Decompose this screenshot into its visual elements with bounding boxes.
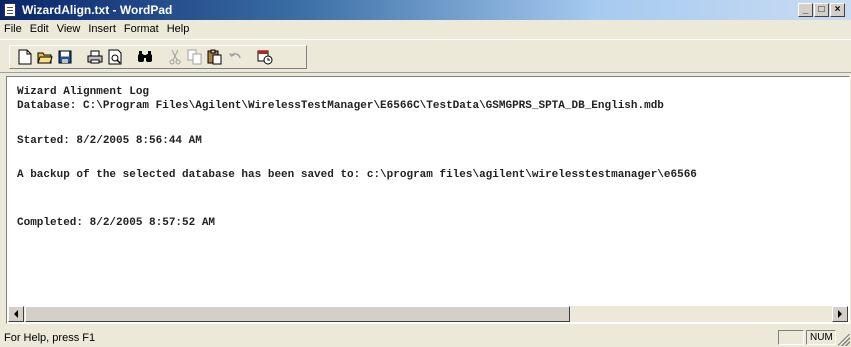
menu-format[interactable]: Format xyxy=(120,21,163,37)
date-time-icon xyxy=(257,50,273,65)
toolbar-separator xyxy=(76,48,84,66)
scrollbar-thumb[interactable] xyxy=(25,306,570,322)
binoculars-icon xyxy=(138,51,152,62)
scroll-right-button[interactable] xyxy=(832,306,848,322)
print-preview-button[interactable] xyxy=(106,48,124,66)
document-text[interactable]: Wizard Alignment Log Database: C:\Progra… xyxy=(10,80,849,305)
doc-line: A backup of the selected database has be… xyxy=(17,169,697,181)
printer-icon xyxy=(87,50,103,64)
find-button[interactable] xyxy=(136,48,154,66)
toolbar-separator xyxy=(246,48,254,66)
copy-icon xyxy=(187,49,202,65)
title-bar[interactable]: WizardAlign.txt - WordPad _ □ × xyxy=(0,0,851,20)
window-title: WizardAlign.txt - WordPad xyxy=(22,3,173,17)
toolbar-separator xyxy=(156,48,164,66)
toolbar-separator xyxy=(126,48,134,66)
new-document-icon xyxy=(18,49,32,65)
menu-view[interactable]: View xyxy=(53,21,85,37)
new-button[interactable] xyxy=(16,48,34,66)
save-disk-icon xyxy=(58,50,72,64)
doc-line: Started: 8/2/2005 8:56:44 AM xyxy=(17,135,202,147)
wordpad-window: WizardAlign.txt - WordPad _ □ × File Edi… xyxy=(0,0,851,347)
menu-help[interactable]: Help xyxy=(163,21,194,37)
status-cell-empty xyxy=(778,330,804,345)
paste-button[interactable] xyxy=(206,48,224,66)
menu-edit[interactable]: Edit xyxy=(26,21,53,37)
arrow-right-icon xyxy=(838,310,842,318)
arrow-left-icon xyxy=(14,310,18,318)
menu-file[interactable]: File xyxy=(0,21,26,37)
undo-button[interactable] xyxy=(226,48,244,66)
horizontal-scrollbar[interactable] xyxy=(8,306,848,322)
open-folder-icon xyxy=(37,52,53,64)
standard-toolbar xyxy=(9,45,307,69)
num-lock-indicator: NUM xyxy=(806,330,836,345)
paste-clipboard-icon xyxy=(207,49,222,65)
cut-button[interactable] xyxy=(166,48,184,66)
maximize-button[interactable]: □ xyxy=(814,3,829,17)
status-bar: For Help, press F1 NUM xyxy=(0,327,851,347)
minimize-button[interactable]: _ xyxy=(798,3,813,17)
print-button[interactable] xyxy=(86,48,104,66)
document-area[interactable]: Wizard Alignment Log Database: C:\Progra… xyxy=(6,76,850,324)
wordpad-app-icon[interactable] xyxy=(4,3,16,17)
doc-line: Completed: 8/2/2005 8:57:52 AM xyxy=(17,217,216,229)
doc-line: Database: C:\Program Files\Agilent\Wirel… xyxy=(17,100,664,112)
menu-insert[interactable]: Insert xyxy=(84,21,120,37)
close-button[interactable]: × xyxy=(830,3,845,17)
doc-line: Wizard Alignment Log xyxy=(17,86,150,98)
date-time-button[interactable] xyxy=(256,48,274,66)
open-button[interactable] xyxy=(36,48,54,66)
copy-button[interactable] xyxy=(186,48,204,66)
resize-grip-icon[interactable] xyxy=(838,334,850,346)
save-button[interactable] xyxy=(56,48,74,66)
scroll-left-button[interactable] xyxy=(8,306,24,322)
scissors-icon xyxy=(169,49,181,65)
window-controls: _ □ × xyxy=(798,3,845,17)
toolbar-area xyxy=(0,39,851,73)
menu-bar: File Edit View Insert Format Help xyxy=(0,20,851,38)
print-preview-icon xyxy=(108,49,122,65)
undo-arrow-icon xyxy=(229,53,241,59)
status-help-text: For Help, press F1 xyxy=(4,332,96,344)
